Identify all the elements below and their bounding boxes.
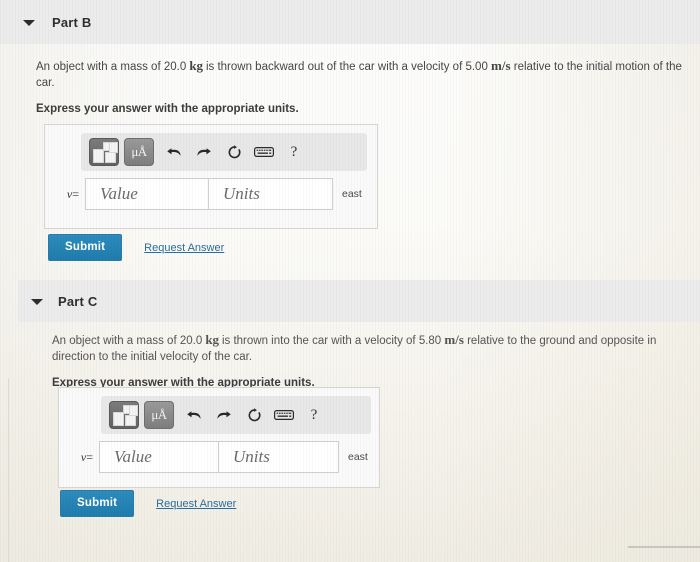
answer-widget-c: μÅ ? v= Value Units east [58,387,380,488]
question-text-b-unit-mass: kg [189,58,203,73]
submit-button-c[interactable]: Submit [60,490,135,517]
page-edge-line [8,378,9,562]
template-matrix-icon[interactable] [89,138,119,166]
question-text-c: An object with a mass of 20.0 kg is thro… [52,332,700,365]
submit-button-b[interactable]: Submit [48,234,123,261]
part-header-c[interactable]: Part C [18,280,700,322]
answer-toolbar-b: μÅ ? [81,133,367,171]
answer-widget-b: μÅ ? v= Value Units east [44,124,378,229]
unit-mua-label: μÅ [151,407,167,422]
help-icon[interactable]: ? [279,139,309,165]
undo-arrow-icon[interactable] [179,402,209,428]
request-answer-link-b[interactable]: Request Answer [144,242,224,254]
question-text-c-mid: is thrown into the car with a velocity o… [218,335,445,347]
instruction-b: Express your answer with the appropriate… [36,103,299,115]
question-block-c: An object with a mass of 20.0 kg is thro… [52,332,700,389]
submit-row-c: Submit Request Answer [60,490,236,517]
units-input-b[interactable]: Units [209,178,333,210]
part-title-b: Part B [52,14,92,30]
units-input-c[interactable]: Units [219,441,339,473]
part-title-c: Part C [58,293,98,309]
variable-label-b: v= [66,186,79,201]
answer-field-row-b: v= Value Units east [45,177,377,211]
undo-arrow-icon[interactable] [159,139,189,165]
question-text-b-unit-velocity: m/s [491,58,511,73]
part-header-b[interactable]: Part B [0,0,700,44]
answer-toolbar-c: μÅ ? [101,396,371,434]
reset-circular-arrow-icon[interactable] [219,139,249,165]
request-answer-link-c[interactable]: Request Answer [156,498,236,510]
unit-mua-button[interactable]: μÅ [124,138,154,166]
caret-down-icon[interactable] [30,294,44,308]
question-block-b: An object with a mass of 20.0 kg is thro… [36,58,700,115]
value-input-b[interactable]: Value [85,178,209,210]
direction-label-b: east [342,188,362,200]
unit-mua-button[interactable]: μÅ [144,401,174,429]
keyboard-icon[interactable] [269,402,299,428]
help-icon[interactable]: ? [299,402,329,428]
question-text-c-unit-mass: kg [205,332,219,347]
reset-circular-arrow-icon[interactable] [239,402,269,428]
caret-down-icon[interactable] [22,15,36,29]
submit-row-b: Submit Request Answer [48,234,224,261]
redo-arrow-icon[interactable] [209,402,239,428]
question-text-b: An object with a mass of 20.0 kg is thro… [36,58,700,91]
question-text-b-pre: An object with a mass of 20.0 [36,61,190,73]
value-input-c[interactable]: Value [99,441,219,473]
template-matrix-icon[interactable] [109,401,139,429]
question-text-c-pre: An object with a mass of 20.0 [52,335,206,347]
keyboard-icon[interactable] [249,139,279,165]
direction-label-c: east [348,451,368,463]
question-text-c-unit-velocity: m/s [444,332,464,347]
answer-field-row-c: v= Value Units east [59,440,379,474]
question-text-b-mid: is thrown backward out of the car with a… [202,61,492,73]
bottom-divider [628,546,700,548]
redo-arrow-icon[interactable] [189,139,219,165]
variable-label-c: v= [80,449,93,464]
unit-mua-label: μÅ [131,144,147,159]
